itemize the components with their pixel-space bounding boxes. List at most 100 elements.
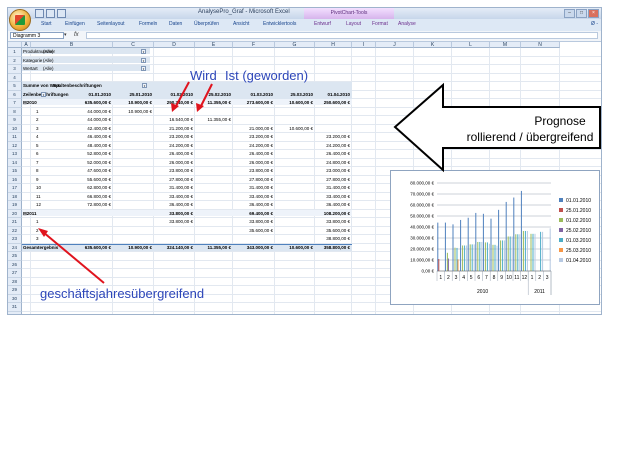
row-header[interactable]: 12 bbox=[8, 141, 22, 150]
column-header[interactable]: G bbox=[275, 42, 315, 48]
pivot-value-cell[interactable]: 250.600,00 € bbox=[315, 100, 350, 106]
pivot-value-cell[interactable]: 72.800,00 € bbox=[31, 202, 111, 208]
pivot-column-label[interactable]: Spaltenbeschriftungen bbox=[53, 83, 102, 89]
row-header[interactable]: 13 bbox=[8, 150, 22, 159]
tab-formeln[interactable]: Formeln bbox=[139, 21, 157, 27]
pivot-value-cell[interactable]: 16.540,00 € bbox=[154, 117, 193, 123]
pivot-value-cell[interactable]: 33.800,00 € bbox=[154, 219, 193, 225]
pivot-value-cell[interactable]: 24.800,00 € bbox=[315, 160, 350, 166]
row-header[interactable]: 18 bbox=[8, 192, 22, 201]
pivot-value-cell[interactable]: 324.140,00 € bbox=[154, 245, 193, 251]
pivot-chart[interactable]: 0,00 € 10.000,00 € 20.000,00 € 30.000,00 € 4… bbox=[390, 170, 600, 305]
row-header[interactable]: 20 bbox=[8, 209, 22, 218]
pivot-row-label-cell[interactable]: 3 bbox=[36, 236, 39, 242]
pivot-value-cell[interactable]: 358.800,00 € bbox=[315, 245, 350, 251]
tab-daten[interactable]: Daten bbox=[169, 21, 182, 27]
filter-label[interactable]: Kategorie bbox=[23, 58, 42, 64]
pivot-value-cell[interactable]: 44.000,00 € bbox=[31, 117, 111, 123]
pivot-value-cell[interactable]: 33.400,00 € bbox=[315, 194, 350, 200]
pivot-value-cell[interactable]: 11.355,00 € bbox=[195, 100, 231, 106]
row-header[interactable]: 21 bbox=[8, 218, 22, 227]
row-header[interactable]: 28 bbox=[8, 277, 22, 286]
pivot-value-cell[interactable]: 26.400,00 € bbox=[233, 151, 273, 157]
pivot-value-cell[interactable]: 108.200,00 € bbox=[315, 211, 350, 217]
pivot-value-cell[interactable]: 26.000,00 € bbox=[233, 160, 273, 166]
pivot-row-label-cell[interactable]: 1 bbox=[36, 219, 39, 225]
column-header[interactable]: N bbox=[521, 42, 560, 48]
tab-ueberpruefen[interactable]: Überprüfen bbox=[194, 21, 219, 27]
pivot-value-cell[interactable]: 47.600,00 € bbox=[31, 168, 111, 174]
pivot-value-cell[interactable]: 23.000,00 € bbox=[315, 168, 350, 174]
pivot-value-cell[interactable]: 46.400,00 € bbox=[31, 134, 111, 140]
row-header[interactable]: 24 bbox=[8, 243, 22, 252]
pivot-value-cell[interactable]: 343.000,00 € bbox=[233, 245, 273, 251]
pivot-value-cell[interactable]: 23.200,00 € bbox=[233, 134, 273, 140]
tab-start[interactable]: Start bbox=[41, 21, 52, 27]
fx-icon[interactable]: fx bbox=[74, 31, 79, 40]
pivot-value-cell[interactable]: 10.900,00 € bbox=[113, 100, 152, 106]
pivot-value-cell[interactable]: 52.800,00 € bbox=[31, 151, 111, 157]
pivot-value-cell[interactable]: 273.600,00 € bbox=[233, 100, 273, 106]
pivot-value-cell[interactable]: 35.600,00 € bbox=[233, 228, 273, 234]
pivot-column-header[interactable]: 25.02.2010 bbox=[195, 92, 231, 98]
tab-seitenlayout[interactable]: Seitenlayout bbox=[97, 21, 125, 27]
pivot-value-cell[interactable]: 48.400,00 € bbox=[31, 143, 111, 149]
formula-input[interactable] bbox=[86, 32, 598, 39]
tab-format[interactable]: Format bbox=[372, 21, 388, 27]
row-header[interactable]: 32 bbox=[8, 311, 22, 314]
column-header[interactable]: I bbox=[352, 42, 376, 48]
pivot-value-cell[interactable]: 69.400,00 € bbox=[233, 211, 273, 217]
row-header[interactable]: 27 bbox=[8, 269, 22, 278]
column-header[interactable]: M bbox=[490, 42, 521, 48]
column-header[interactable]: D bbox=[154, 42, 195, 48]
filter-value[interactable]: (Alle) bbox=[43, 58, 54, 64]
pivot-column-header[interactable]: 25.01.2010 bbox=[113, 92, 152, 98]
pivot-value-cell[interactable]: 26.400,00 € bbox=[315, 151, 350, 157]
pivot-value-cell[interactable]: 290.340,00 € bbox=[154, 100, 193, 106]
pivot-value-cell[interactable]: 21.200,00 € bbox=[154, 126, 193, 132]
row-header[interactable]: 15 bbox=[8, 167, 22, 176]
pivot-value-cell[interactable]: 44.000,00 € bbox=[31, 109, 111, 115]
tab-layout[interactable]: Layout bbox=[346, 21, 361, 27]
column-header[interactable]: E bbox=[195, 42, 233, 48]
column-header[interactable]: K bbox=[414, 42, 452, 48]
column-filter-dropdown-icon[interactable]: ▾ bbox=[142, 83, 147, 89]
pivot-value-cell[interactable]: 36.400,00 € bbox=[154, 202, 193, 208]
column-header[interactable]: J bbox=[376, 42, 414, 48]
column-header[interactable]: L bbox=[452, 42, 490, 48]
row-header[interactable]: 8 bbox=[8, 107, 22, 116]
row-header[interactable]: 10 bbox=[8, 124, 22, 133]
filter-dropdown-icon[interactable]: ▾ bbox=[141, 49, 146, 55]
column-header[interactable]: H bbox=[315, 42, 352, 48]
pivot-value-cell[interactable]: 42.400,00 € bbox=[31, 126, 111, 132]
save-icon[interactable] bbox=[35, 9, 44, 18]
pivot-value-cell[interactable]: 23.800,00 € bbox=[233, 168, 273, 174]
pivot-value-cell[interactable]: 27.800,00 € bbox=[233, 177, 273, 183]
undo-icon[interactable] bbox=[46, 9, 55, 18]
pivot-column-header[interactable]: 01.02.2010 bbox=[154, 92, 193, 98]
office-button[interactable] bbox=[9, 9, 31, 31]
filter-dropdown-icon[interactable]: ▾ bbox=[141, 57, 146, 63]
tab-entwurf[interactable]: Entwurf bbox=[314, 21, 331, 27]
row-header[interactable]: 25 bbox=[8, 252, 22, 261]
row-header[interactable]: 26 bbox=[8, 260, 22, 269]
help-icon[interactable]: Ø - bbox=[591, 21, 598, 27]
row-header[interactable]: 17 bbox=[8, 184, 22, 193]
pivot-column-header[interactable]: 01.03.2010 bbox=[233, 92, 273, 98]
pivot-value-cell[interactable]: 35.600,00 € bbox=[315, 228, 350, 234]
pivot-value-cell[interactable]: 33.800,00 € bbox=[233, 219, 273, 225]
pivot-value-cell[interactable]: 27.800,00 € bbox=[154, 177, 193, 183]
pivot-value-cell[interactable]: 21.000,00 € bbox=[233, 126, 273, 132]
pivot-value-cell[interactable]: 33.800,00 € bbox=[154, 211, 193, 217]
row-header[interactable]: 4 bbox=[8, 73, 22, 82]
close-button[interactable]: × bbox=[588, 9, 599, 18]
redo-icon[interactable] bbox=[57, 9, 66, 18]
column-header[interactable]: B bbox=[31, 42, 113, 48]
pivot-value-cell[interactable]: 36.400,00 € bbox=[315, 202, 350, 208]
row-header[interactable]: 3 bbox=[8, 65, 22, 74]
tab-entwicklertools[interactable]: Entwicklertools bbox=[263, 21, 296, 27]
pivot-value-cell[interactable]: 11.355,00 € bbox=[195, 117, 231, 123]
row-header[interactable]: 30 bbox=[8, 294, 22, 303]
column-header[interactable]: F bbox=[233, 42, 275, 48]
filter-value[interactable]: (Alle) bbox=[43, 66, 54, 72]
